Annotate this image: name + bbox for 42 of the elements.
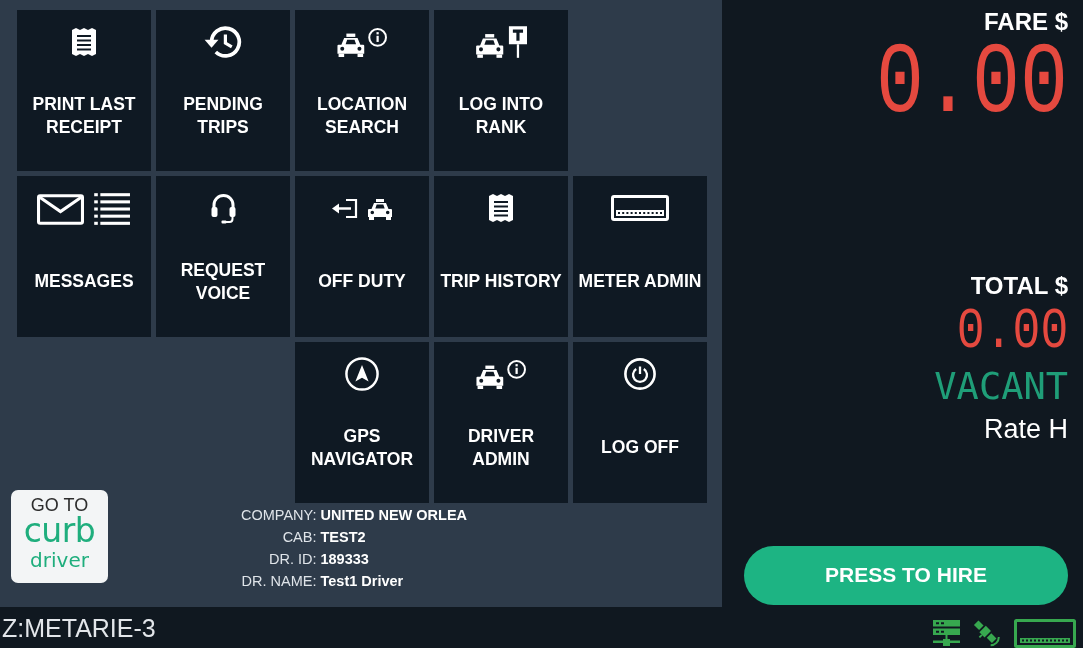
power-icon: [624, 358, 656, 390]
info-label: CAB:: [282, 528, 317, 547]
menu-tile[interactable]: METER ADMIN: [573, 176, 707, 337]
menu-tile[interactable]: MESSAGES: [17, 176, 151, 337]
receipt-icon: [72, 28, 96, 56]
info-label: COMPANY:: [241, 506, 317, 525]
taxi-info-icon: [336, 27, 388, 57]
info-label: DR. ID:: [268, 550, 317, 569]
fare-label: FARE $: [983, 8, 1068, 36]
info-label: DR. NAME:: [241, 572, 317, 591]
menu-tile[interactable]: DRIVER ADMIN: [434, 342, 568, 503]
info-value: Test1 Driver: [320, 572, 405, 591]
total-display: 0.00: [956, 306, 1068, 359]
menu-tile[interactable]: LOG INTO RANK: [434, 10, 568, 171]
headset-icon: [209, 192, 237, 224]
taxi-info-icon: [475, 359, 527, 389]
clock-history-icon: [204, 26, 242, 58]
meter-icon: [611, 195, 669, 221]
info-value: 189333: [320, 550, 370, 569]
total-label: TOTAL $: [970, 272, 1068, 300]
navigation-icon: [345, 357, 379, 391]
menu-tile[interactable]: OFF DUTY: [295, 176, 429, 337]
receipt-icon: [489, 194, 513, 222]
taxi-sign-icon: [475, 26, 527, 58]
menu-tile[interactable]: LOG OFF: [573, 342, 707, 503]
meter-icon: [1014, 618, 1076, 648]
fare-display: 0.00: [875, 40, 1068, 130]
menu-tile[interactable]: PENDING TRIPS: [156, 10, 290, 171]
rate-label: Rate H: [983, 412, 1068, 445]
satellite-icon: [971, 618, 1003, 648]
curb-driver-button[interactable]: GO TO curb driver: [11, 490, 108, 583]
info-value: UNITED NEW ORLEA: [320, 506, 468, 525]
menu-tile[interactable]: LOCATION SEARCH: [295, 10, 429, 171]
status-display: VACANT: [934, 372, 1068, 402]
menu-tile[interactable]: GPS NAVIGATOR: [295, 342, 429, 503]
menu-tile[interactable]: REQUEST VOICE: [156, 176, 290, 337]
server-icon: [933, 620, 960, 646]
menu-tile[interactable]: PRINT LAST RECEIPT: [17, 10, 151, 171]
envelope-list-icon: [37, 190, 131, 226]
zone-label: Z:METARIE-3: [2, 612, 156, 643]
info-value: TEST2: [320, 528, 367, 547]
menu-tile[interactable]: TRIP HISTORY: [434, 176, 568, 337]
